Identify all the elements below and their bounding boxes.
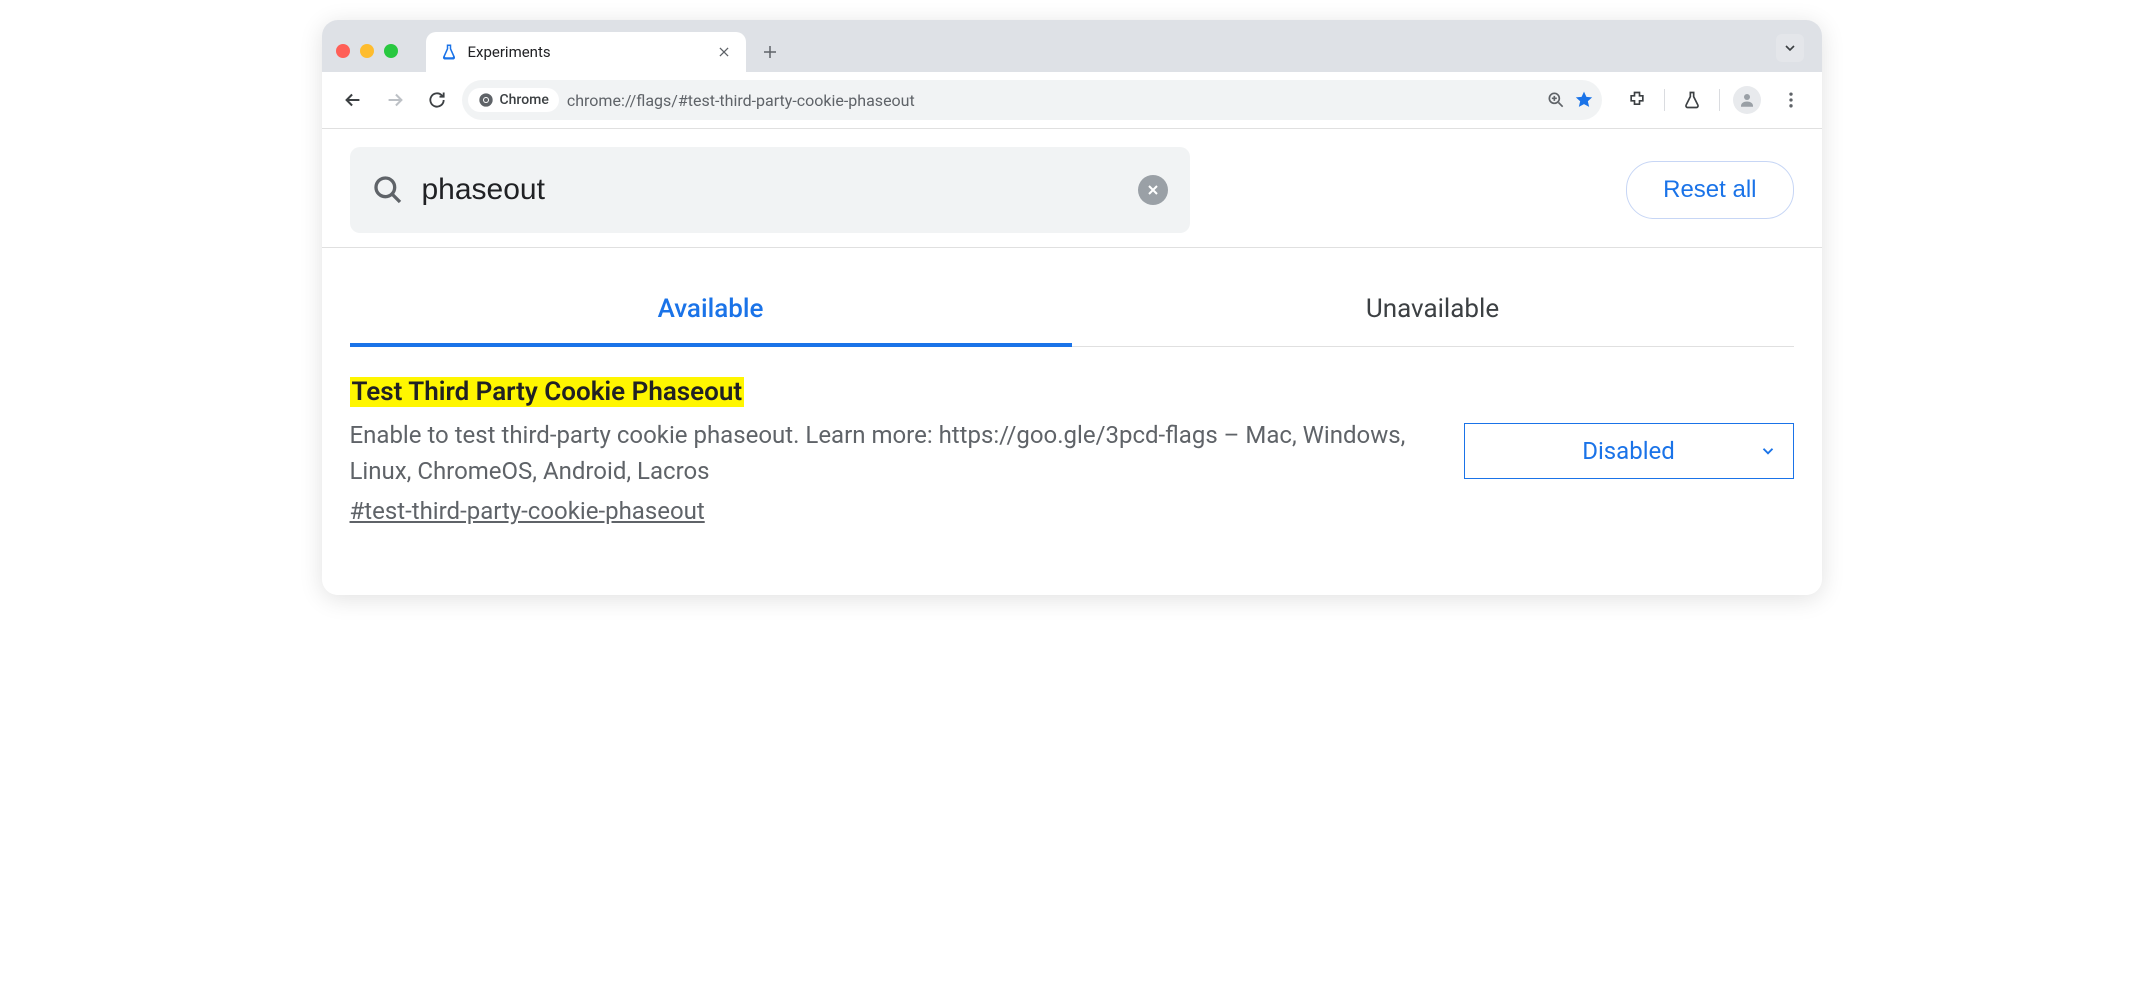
tab-overflow-button[interactable] — [1776, 34, 1804, 62]
menu-button[interactable] — [1774, 83, 1808, 117]
maximize-window-button[interactable] — [384, 44, 398, 58]
address-bar[interactable]: Chrome chrome://flags/#test-third-party-… — [462, 80, 1602, 120]
tab-bar: Experiments — [322, 20, 1822, 72]
url-text: chrome://flags/#test-third-party-cookie-… — [567, 91, 1538, 110]
flag-tabs: Available Unavailable — [350, 276, 1794, 347]
tab-unavailable[interactable]: Unavailable — [1072, 276, 1794, 346]
profile-button[interactable] — [1730, 83, 1764, 117]
experiment-state-select[interactable]: Disabled — [1464, 423, 1794, 479]
browser-toolbar: Chrome chrome://flags/#test-third-party-… — [322, 72, 1822, 129]
search-icon — [372, 174, 404, 206]
clear-search-button[interactable] — [1138, 175, 1168, 205]
page-content: Reset all Available Unavailable Test Thi… — [322, 129, 1822, 595]
site-chip[interactable]: Chrome — [468, 88, 559, 112]
window-controls — [336, 44, 398, 58]
divider — [1719, 89, 1720, 111]
chevron-down-icon — [1759, 442, 1777, 460]
minimize-window-button[interactable] — [360, 44, 374, 58]
back-button[interactable] — [336, 83, 370, 117]
browser-window: Experiments Chrome chrome: — [322, 20, 1822, 595]
reset-all-button[interactable]: Reset all — [1626, 161, 1793, 219]
search-input[interactable] — [422, 173, 1120, 207]
site-chip-label: Chrome — [500, 92, 549, 108]
experiment-row: Test Third Party Cookie Phaseout Enable … — [350, 347, 1794, 545]
search-box[interactable] — [350, 147, 1190, 233]
experiment-description: Enable to test third-party cookie phaseo… — [350, 417, 1424, 489]
tab-title: Experiments — [468, 43, 706, 61]
browser-tab[interactable]: Experiments — [426, 32, 746, 72]
tab-available[interactable]: Available — [350, 276, 1072, 346]
divider — [1664, 89, 1665, 111]
bookmark-star-icon[interactable] — [1574, 90, 1594, 110]
flask-icon — [440, 43, 458, 61]
zoom-icon[interactable] — [1546, 90, 1566, 110]
experiment-anchor-link[interactable]: #test-third-party-cookie-phaseout — [350, 497, 705, 525]
extensions-button[interactable] — [1620, 83, 1654, 117]
close-tab-button[interactable] — [716, 44, 732, 60]
avatar-icon — [1733, 86, 1761, 114]
reload-button[interactable] — [420, 83, 454, 117]
close-window-button[interactable] — [336, 44, 350, 58]
labs-button[interactable] — [1675, 83, 1709, 117]
forward-button[interactable] — [378, 83, 412, 117]
divider — [322, 247, 1822, 248]
toolbar-actions — [1620, 83, 1808, 117]
new-tab-button[interactable] — [760, 42, 780, 62]
chrome-icon — [478, 92, 494, 108]
select-value: Disabled — [1582, 437, 1675, 465]
experiment-title: Test Third Party Cookie Phaseout — [350, 377, 745, 407]
